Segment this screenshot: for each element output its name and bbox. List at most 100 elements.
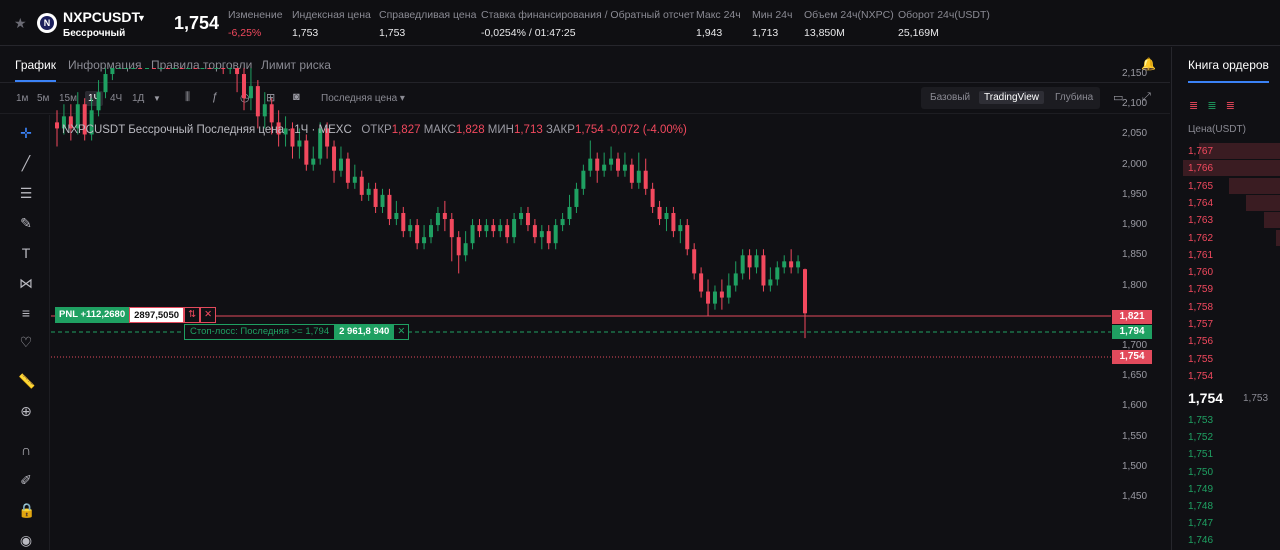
orderbook-panel: Книга ордеров ≣ ≣ ≣ Цена(USDT) 1,767 1,76…	[1171, 47, 1280, 550]
orderbook-mid-price: 1,754	[1188, 390, 1224, 406]
price-tick: 2,100	[1122, 98, 1148, 110]
candle	[706, 279, 711, 316]
candle	[609, 146, 614, 171]
price-tick: 1,500	[1122, 460, 1148, 472]
orderbook-bid-row[interactable]: 1,750	[1172, 464, 1280, 481]
price-tick: 1,550	[1122, 430, 1148, 442]
candle	[782, 255, 787, 274]
favorite-star-icon[interactable]: ★	[14, 15, 27, 32]
orderbook-bid-row[interactable]: 1,747	[1172, 515, 1280, 532]
last-price-label: 1,754	[1112, 350, 1152, 364]
timeframe-5m[interactable]: 5м	[37, 93, 49, 104]
orderbook-ask-row[interactable]: 1,755	[1172, 351, 1280, 368]
candle	[768, 267, 773, 292]
asks-only-icon[interactable]: ≣	[1226, 100, 1235, 112]
orderbook-ask-row[interactable]: 1,760	[1172, 264, 1280, 281]
stop-loss-order: Стоп-лосс: Последняя >= 1,794 2 961,8 94…	[184, 324, 410, 340]
pattern-icon[interactable]: ⋈	[18, 275, 34, 291]
candle	[394, 200, 399, 226]
stop-loss-label[interactable]: Стоп-лосс: Последняя >= 1,794	[184, 324, 336, 340]
orderbook-ask-row[interactable]: 1,764	[1172, 194, 1280, 212]
ruler-icon[interactable]: 📏	[18, 373, 35, 389]
orderbook-ask-row[interactable]: 1,754	[1172, 368, 1280, 385]
close-position-icon[interactable]: ✕	[200, 307, 217, 323]
zoom-icon[interactable]: ⊕	[18, 403, 34, 419]
candle	[484, 219, 489, 238]
orderbook-bid-row[interactable]: 1,749	[1172, 481, 1280, 498]
timeframe-1m[interactable]: 1м	[16, 93, 28, 104]
candle	[380, 188, 385, 213]
orderbook-bid-row[interactable]: 1,748	[1172, 498, 1280, 515]
bids-only-icon[interactable]: ≣	[1207, 100, 1216, 112]
candle	[546, 225, 551, 250]
candle	[505, 219, 510, 244]
orderbook-mid-ref: 1,753	[1243, 393, 1269, 404]
orderbook-ask-row[interactable]: 1,762	[1172, 229, 1280, 247]
price-tick: 2,150	[1122, 68, 1148, 80]
orderbook-ask-row[interactable]: 1,756	[1172, 333, 1280, 350]
candle	[789, 249, 794, 274]
legend-low: 1,713	[513, 124, 543, 136]
stat-low-24h: Мин 24ч 1,713	[752, 9, 793, 39]
candle	[138, 68, 143, 69]
orderbook-ask-row[interactable]: 1,758	[1172, 299, 1280, 316]
candle	[712, 285, 717, 310]
horizontal-lines-icon[interactable]: ☰	[18, 185, 34, 201]
candle	[103, 68, 108, 99]
orderbook-bid-row[interactable]: 1,746	[1172, 532, 1280, 549]
text-tool-icon[interactable]: T	[18, 245, 34, 261]
legend-close: 1,754	[574, 124, 604, 136]
candle	[373, 182, 378, 213]
fib-icon[interactable]: ≡	[18, 305, 34, 321]
orderbook-title[interactable]: Книга ордеров	[1188, 58, 1269, 83]
candle	[726, 273, 731, 304]
eye-icon[interactable]: ◉	[18, 532, 34, 548]
candle	[242, 68, 246, 111]
candle	[151, 68, 156, 69]
orderbook-ask-row[interactable]: 1,759	[1172, 281, 1280, 298]
both-sides-icon[interactable]: ≣	[1189, 100, 1198, 112]
lock-icon[interactable]: 🔒	[18, 502, 35, 518]
candle	[449, 213, 454, 262]
orderbook-ask-row[interactable]: 1,766	[1172, 160, 1280, 177]
orderbook-bid-row[interactable]: 1,753	[1172, 412, 1280, 429]
candle	[498, 219, 503, 238]
price-axis[interactable]: 2,150 2,100 2,050 2,000 1,950 1,900 1,850 1,800…	[1110, 68, 1170, 503]
candle	[200, 68, 205, 69]
magnet-icon[interactable]: ∩	[18, 442, 34, 458]
candle	[304, 134, 309, 171]
candle	[415, 219, 420, 250]
candle	[622, 152, 627, 177]
candle	[221, 68, 226, 75]
stop-loss-qty[interactable]: 2 961,8 940	[335, 324, 394, 340]
cancel-stop-icon[interactable]: ✕	[393, 324, 410, 340]
candle	[678, 219, 683, 244]
price-tick: 1,450	[1122, 490, 1148, 502]
symbol-dropdown-icon[interactable]: ▼	[137, 13, 146, 23]
candle	[262, 92, 267, 129]
crosshair-icon[interactable]: ✛	[18, 125, 34, 141]
lock-drawing-icon[interactable]: ✐	[18, 472, 34, 488]
orderbook-bid-row[interactable]: 1,751	[1172, 446, 1280, 463]
candle	[456, 231, 461, 274]
orderbook-ask-row[interactable]: 1,761	[1172, 247, 1280, 264]
reverse-icon[interactable]: ⇅	[184, 307, 201, 323]
orderbook-ask-row[interactable]: 1,763	[1172, 212, 1280, 229]
legend-open: 1,827	[391, 124, 421, 136]
candle	[158, 68, 163, 69]
brush-icon[interactable]: ✎	[18, 215, 34, 231]
orderbook-ask-row[interactable]: 1,765	[1172, 177, 1280, 195]
orderbook-bid-row[interactable]: 1,752	[1172, 429, 1280, 446]
candle	[435, 206, 440, 232]
position-qty[interactable]: 2897,5050	[129, 307, 185, 323]
orderbook-ask-row[interactable]: 1,767	[1172, 143, 1280, 160]
heart-icon[interactable]: ♡	[18, 334, 34, 350]
candle	[643, 158, 648, 195]
candle	[463, 231, 468, 262]
orderbook-ask-row[interactable]: 1,757	[1172, 316, 1280, 333]
trendline-icon[interactable]: ╱	[18, 155, 34, 171]
symbol-name[interactable]: NXPCUSDT	[63, 9, 140, 25]
candle	[442, 200, 447, 232]
candle	[581, 164, 586, 195]
tab-chart[interactable]: График	[15, 58, 56, 82]
